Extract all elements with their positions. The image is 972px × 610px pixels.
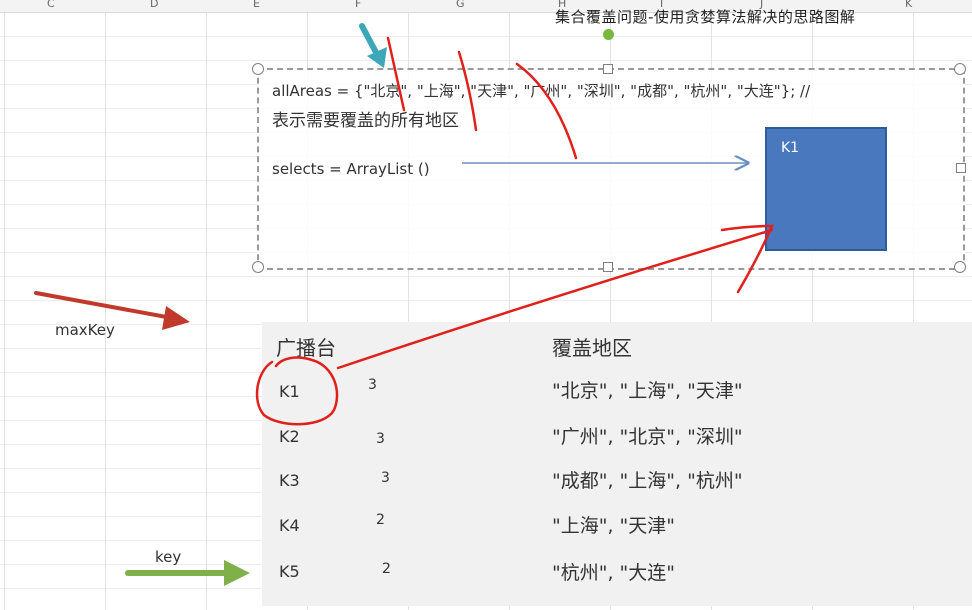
key-arrow (125, 560, 250, 586)
teal-arrow (359, 23, 387, 68)
strike-mark-beijing (386, 36, 406, 112)
circle-mark-k1 (255, 356, 339, 426)
k1-to-selected-arrow (336, 228, 774, 370)
max-key-arrow (34, 291, 190, 330)
strike-mark-shanghai (457, 50, 478, 132)
strike-mark-tianjin (515, 62, 578, 160)
annotation-overlay (34, 23, 774, 586)
k1-to-selected-arrowhead (720, 224, 774, 294)
